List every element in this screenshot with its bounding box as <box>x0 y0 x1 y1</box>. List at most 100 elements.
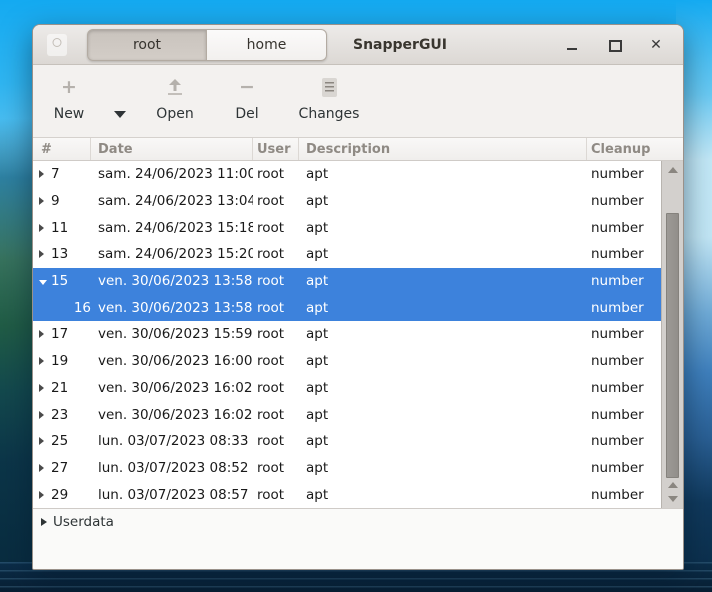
scroll-down-button[interactable] <box>662 493 683 505</box>
snapshot-description: apt <box>299 166 587 182</box>
snapshot-description: apt <box>299 353 587 369</box>
snapshot-row[interactable]: 25lun. 03/07/2023 08:33rootaptnumber <box>33 428 661 455</box>
row-expander-icon[interactable] <box>39 437 51 445</box>
snapshot-number-cell: 17 <box>33 326 91 342</box>
snapshot-cleanup: number <box>587 220 661 236</box>
minus-icon: − <box>239 77 255 97</box>
close-button[interactable]: ✕ <box>649 38 663 52</box>
snapshot-date: sam. 24/06/2023 15:20 <box>91 246 253 262</box>
snapshot-number-cell: 19 <box>33 353 91 369</box>
snapshot-number-cell: 7 <box>33 166 91 182</box>
snapshot-cleanup: number <box>587 326 661 342</box>
new-dropdown-button[interactable] <box>105 111 135 118</box>
row-expander-icon[interactable] <box>39 224 51 232</box>
snapshot-number-cell: 23 <box>33 407 91 423</box>
snapshot-number-cell: 13 <box>33 246 91 262</box>
document-icon <box>322 78 337 97</box>
delete-button[interactable]: − Del <box>223 75 271 122</box>
snapshot-number-cell: 21 <box>33 380 91 396</box>
snapshot-row[interactable]: 27lun. 03/07/2023 08:52rootaptnumber <box>33 455 661 482</box>
row-expander-icon[interactable] <box>39 278 51 285</box>
snapshot-user: root <box>253 380 299 396</box>
snapshot-description: apt <box>299 407 587 423</box>
snapshot-cleanup: number <box>587 460 661 476</box>
snapshot-row[interactable]: 9sam. 24/06/2023 13:04rootaptnumber <box>33 188 661 215</box>
snapshot-date: ven. 30/06/2023 13:58 <box>91 273 253 289</box>
table-header: # Date User Description Cleanup <box>33 137 683 161</box>
snapshot-number-cell: 15 <box>33 273 91 289</box>
arrow-up-icon <box>668 482 678 488</box>
changes-button[interactable]: Changes <box>289 75 369 122</box>
vertical-scrollbar[interactable] <box>661 161 683 508</box>
snapshot-number: 13 <box>51 246 68 262</box>
snapshot-user: root <box>253 246 299 262</box>
plus-icon: + <box>61 77 77 97</box>
maximize-button[interactable] <box>607 38 621 52</box>
tab-home[interactable]: home <box>207 29 327 61</box>
userdata-label: Userdata <box>53 514 114 530</box>
delete-button-label: Del <box>235 106 258 122</box>
snapshot-row[interactable]: 15ven. 30/06/2023 13:58rootaptnumber <box>33 268 661 295</box>
snapshot-number: 19 <box>51 353 68 369</box>
scrollbar-thumb[interactable] <box>666 213 679 478</box>
column-header-date[interactable]: Date <box>91 138 253 160</box>
snapshot-user: root <box>253 193 299 209</box>
open-arrow-icon <box>166 78 184 96</box>
snapshot-number-cell: 11 <box>33 220 91 236</box>
desktop-wallpaper: root home SnapperGUI ✕ + New <box>0 0 712 592</box>
row-expander-icon[interactable] <box>39 197 51 205</box>
expander-triangle-icon <box>41 518 47 526</box>
row-expander-icon[interactable] <box>39 357 51 365</box>
snapshot-description: apt <box>299 300 587 316</box>
row-expander-icon[interactable] <box>39 250 51 258</box>
snapshot-row[interactable]: 29lun. 03/07/2023 08:57rootaptnumber <box>33 481 661 508</box>
tab-root[interactable]: root <box>87 29 207 61</box>
snapshot-row[interactable]: 13sam. 24/06/2023 15:20rootaptnumber <box>33 241 661 268</box>
row-expander-icon[interactable] <box>39 384 51 392</box>
snapshot-date: ven. 30/06/2023 16:02 <box>91 380 253 396</box>
snapshot-number-cell: 9 <box>33 193 91 209</box>
arrow-up-icon <box>668 167 678 173</box>
row-expander-icon[interactable] <box>39 170 51 178</box>
snapshot-number-cell: 25 <box>33 433 91 449</box>
snapshot-date: lun. 03/07/2023 08:57 <box>91 487 253 503</box>
userdata-expander[interactable]: Userdata <box>41 514 114 530</box>
snapshot-number: 15 <box>51 273 68 289</box>
row-expander-icon[interactable] <box>39 464 51 472</box>
snapshot-number: 11 <box>51 220 68 236</box>
column-header-user[interactable]: User <box>253 138 299 160</box>
snapshot-list: 7sam. 24/06/2023 11:00rootaptnumber9sam.… <box>33 161 661 508</box>
snapshot-row[interactable]: 11sam. 24/06/2023 15:18rootaptnumber <box>33 214 661 241</box>
column-header-description[interactable]: Description <box>299 138 587 160</box>
open-button-label: Open <box>156 106 193 122</box>
snapshot-user: root <box>253 353 299 369</box>
minimize-button[interactable] <box>565 38 579 52</box>
snapshot-row[interactable]: 21ven. 30/06/2023 16:02rootaptnumber <box>33 375 661 402</box>
snapshot-row[interactable]: 23ven. 30/06/2023 16:02rootaptnumber <box>33 401 661 428</box>
snapshot-user: root <box>253 220 299 236</box>
snapshot-number: 23 <box>51 407 68 423</box>
snapshot-user: root <box>253 166 299 182</box>
new-button[interactable]: + New <box>41 75 97 122</box>
scroll-up-button-bottom[interactable] <box>662 479 683 491</box>
column-header-number[interactable]: # <box>33 138 91 160</box>
snapshot-row[interactable]: 19ven. 30/06/2023 16:00rootaptnumber <box>33 348 661 375</box>
row-expander-icon[interactable] <box>39 411 51 419</box>
row-expander-icon[interactable] <box>39 491 51 499</box>
app-icon <box>47 34 67 56</box>
changes-button-label: Changes <box>299 106 360 122</box>
snapshot-user: root <box>253 460 299 476</box>
row-expander-icon[interactable] <box>39 330 51 338</box>
titlebar[interactable]: root home SnapperGUI ✕ <box>33 25 683 65</box>
column-header-cleanup[interactable]: Cleanup <box>587 138 683 160</box>
snapshot-row[interactable]: 16ven. 30/06/2023 13:58rootaptnumber <box>33 294 661 321</box>
snapshot-row[interactable]: 7sam. 24/06/2023 11:00rootaptnumber <box>33 161 661 188</box>
open-button[interactable]: Open <box>143 75 207 122</box>
scroll-up-button[interactable] <box>662 164 683 176</box>
snapshot-description: apt <box>299 326 587 342</box>
snapshot-cleanup: number <box>587 433 661 449</box>
snapshot-description: apt <box>299 433 587 449</box>
snapshot-row[interactable]: 17ven. 30/06/2023 15:59rootaptnumber <box>33 321 661 348</box>
arrow-down-icon <box>668 496 678 502</box>
snapshot-date: lun. 03/07/2023 08:33 <box>91 433 253 449</box>
